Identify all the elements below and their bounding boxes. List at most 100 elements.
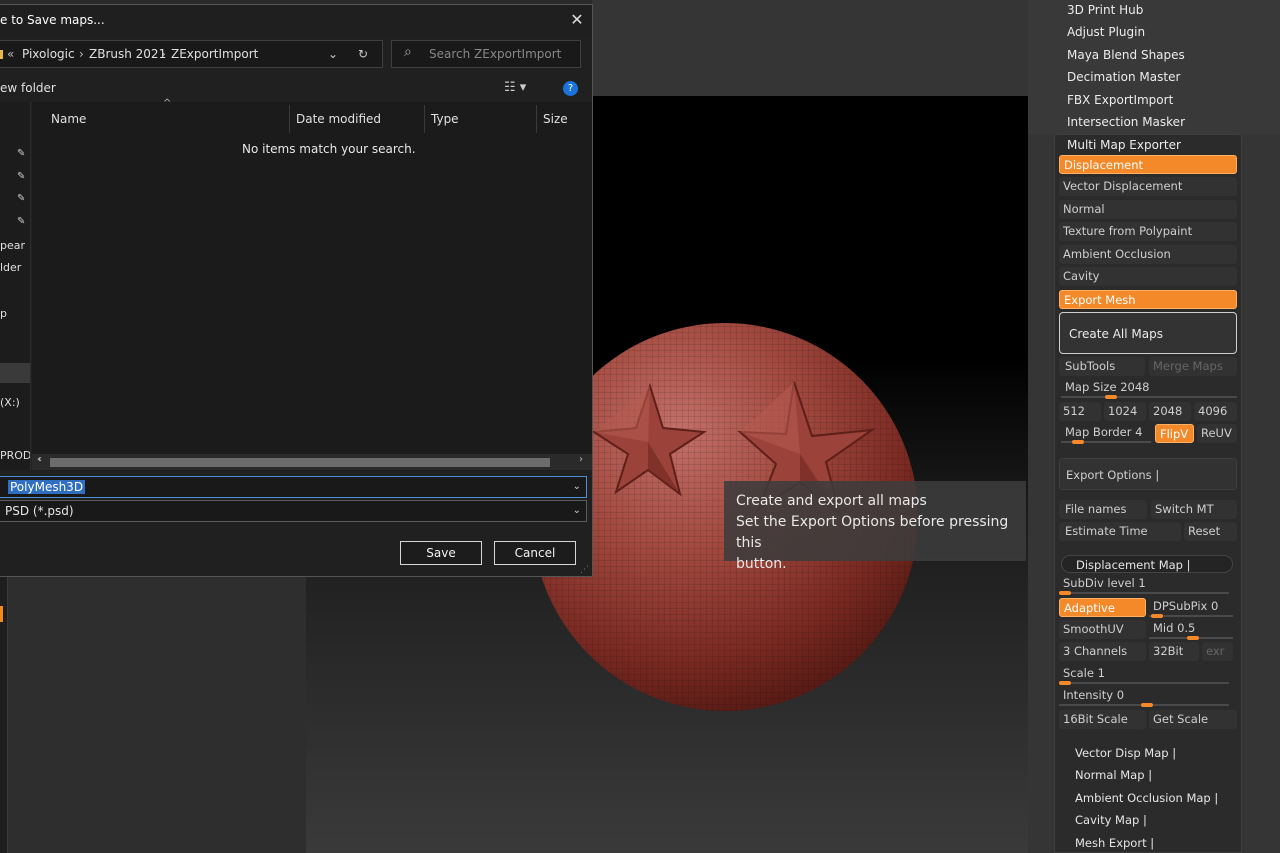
column-date-modified[interactable]: Date modified	[290, 105, 425, 133]
displacement-toggle[interactable]: Displacement	[1059, 155, 1237, 174]
overflow-chevron-icon[interactable]: «	[7, 41, 14, 67]
size-512-button[interactable]: 512	[1059, 402, 1101, 421]
displacement-map-label: Displacement Map	[1076, 558, 1183, 572]
left-panel-background	[0, 576, 306, 853]
adaptive-toggle[interactable]: Adaptive	[1059, 598, 1146, 617]
vector-disp-map-section[interactable]: Vector Disp Map |	[1075, 744, 1176, 762]
subtools-button[interactable]: SubTools	[1059, 357, 1145, 376]
nav-item[interactable]: pear	[0, 236, 30, 256]
dpsubpix-slider[interactable]: DPSubPix 0	[1149, 598, 1233, 618]
nav-item[interactable]: lder	[0, 258, 30, 278]
exr-toggle[interactable]: exr	[1202, 642, 1233, 661]
cavity-map-section[interactable]: Cavity Map |	[1075, 811, 1147, 829]
smoothuv-toggle[interactable]: SmoothUV	[1059, 620, 1146, 639]
plugin-fbx-exportimport[interactable]: FBX ExportImport	[1067, 90, 1173, 110]
help-icon[interactable]: ?	[563, 81, 578, 96]
cavity-toggle[interactable]: Cavity	[1059, 267, 1237, 286]
plugin-maya-blend-shapes[interactable]: Maya Blend Shapes	[1067, 45, 1185, 65]
column-type[interactable]: Type	[425, 105, 537, 133]
breadcrumb-pixologic[interactable]: Pixologic	[22, 41, 75, 67]
cavity-map-label: Cavity Map	[1075, 813, 1140, 827]
chevron-down-icon[interactable]: ⌄	[573, 501, 581, 521]
reset-button[interactable]: Reset	[1184, 522, 1237, 541]
breadcrumb-zexportimport[interactable]: ZExportImport	[171, 41, 258, 67]
nav-item[interactable]: p	[0, 304, 30, 324]
cancel-button[interactable]: Cancel	[494, 541, 576, 565]
plugin-adjust[interactable]: Adjust Plugin	[1067, 22, 1145, 42]
filename-value: PolyMesh3D	[8, 480, 86, 494]
ambient-occlusion-map-section[interactable]: Ambient Occlusion Map |	[1075, 789, 1218, 807]
create-all-maps-tooltip: Create and export all maps Set the Expor…	[724, 481, 1026, 572]
breadcrumb-zbrush[interactable]: ZBrush 2021	[89, 41, 166, 67]
resize-grip-icon[interactable]: ⋰	[580, 565, 589, 575]
16bit-scale-button[interactable]: 16Bit Scale	[1059, 710, 1146, 729]
export-options-label: Export Options	[1066, 468, 1152, 482]
intensity-slider[interactable]: Intensity 0	[1059, 687, 1229, 707]
displacement-map-section[interactable]: Displacement Map |	[1061, 555, 1233, 573]
scroll-left-icon[interactable]: ‹	[38, 454, 42, 465]
texture-from-polypaint-toggle[interactable]: Texture from Polypaint	[1059, 222, 1237, 241]
multi-map-exporter-header[interactable]: Multi Map Exporter	[1067, 135, 1181, 155]
plugin-intersection-masker[interactable]: Intersection Masker	[1067, 112, 1185, 132]
breadcrumb-separator-icon: ›	[161, 47, 166, 61]
pin-icon: ✎	[17, 193, 26, 204]
export-mesh-toggle[interactable]: Export Mesh	[1059, 290, 1237, 309]
new-folder-button[interactable]: ew folder	[0, 76, 56, 100]
navigation-pane[interactable]: ✎ ✎ ✎ ✎ pear lder p (X:) PRODU	[0, 102, 31, 470]
reuv-toggle[interactable]: ReUV	[1197, 424, 1237, 443]
column-size[interactable]: Size	[537, 105, 592, 133]
address-dropdown-icon[interactable]: ⌄	[328, 41, 338, 67]
export-options-section[interactable]: Export Options |	[1059, 458, 1237, 490]
scroll-right-icon[interactable]: ›	[579, 454, 583, 465]
subdiv-level-slider[interactable]: SubDiv level 1	[1059, 575, 1229, 595]
get-scale-button[interactable]: Get Scale	[1149, 710, 1237, 729]
vector-displacement-toggle[interactable]: Vector Displacement	[1059, 177, 1237, 196]
scrollbar-thumb[interactable]	[50, 458, 550, 467]
tooltip-line-1: Create and export all maps	[736, 493, 927, 509]
file-names-button[interactable]: File names	[1059, 500, 1147, 519]
mid-slider[interactable]: Mid 0.5	[1149, 620, 1233, 640]
3-channels-toggle[interactable]: 3 Channels	[1059, 642, 1146, 661]
create-all-maps-button[interactable]: Create All Maps	[1059, 312, 1237, 354]
nav-item-selected[interactable]	[0, 363, 30, 383]
map-border-label: Map Border	[1065, 425, 1132, 439]
dialog-title: e to Save maps...	[0, 5, 592, 35]
size-2048-button[interactable]: 2048	[1149, 402, 1191, 421]
column-name[interactable]: Name	[45, 105, 290, 133]
merge-maps-button[interactable]: Merge Maps	[1149, 357, 1237, 376]
scale-slider[interactable]: Scale 1	[1059, 665, 1229, 685]
save-button[interactable]: Save	[400, 541, 482, 565]
scale-label: Scale	[1063, 666, 1094, 680]
close-icon[interactable]: ✕	[568, 11, 586, 29]
search-input[interactable]: Search ZExportImport	[391, 40, 581, 68]
normal-map-label: Normal Map	[1075, 768, 1145, 782]
intensity-value: 0	[1116, 688, 1125, 702]
ambient-occlusion-toggle[interactable]: Ambient Occlusion	[1059, 245, 1237, 264]
map-size-slider[interactable]: Map Size 2048	[1061, 379, 1237, 399]
tooltip-line-3: button.	[736, 556, 787, 572]
filetype-select[interactable]: PSD (*.psd) ⌄	[0, 500, 587, 522]
pin-icon: ✎	[17, 216, 26, 227]
view-options-icon[interactable]: ☷ ▾	[504, 76, 526, 100]
filename-input[interactable]: PolyMesh3D ⌄	[0, 476, 587, 498]
normal-map-section[interactable]: Normal Map |	[1075, 766, 1152, 784]
mesh-export-section[interactable]: Mesh Export |	[1075, 834, 1154, 852]
map-border-slider[interactable]: Map Border 4	[1061, 424, 1151, 444]
32bit-toggle[interactable]: 32Bit	[1149, 642, 1199, 661]
flipv-toggle[interactable]: FlipV	[1155, 424, 1194, 443]
switch-mt-button[interactable]: Switch MT	[1151, 500, 1237, 519]
plugin-decimation-master[interactable]: Decimation Master	[1067, 67, 1180, 87]
plugin-3d-print-hub[interactable]: 3D Print Hub	[1067, 0, 1143, 20]
nav-item[interactable]: (X:)	[0, 393, 30, 413]
normal-toggle[interactable]: Normal	[1059, 200, 1237, 219]
nav-item[interactable]: PRODU	[0, 446, 30, 466]
file-list[interactable]: ^ Name Date modified Type Size No items …	[32, 98, 592, 454]
address-bar[interactable]: « Pixologic › ZBrush 2021 › ZExportImpor…	[0, 40, 383, 68]
estimate-time-button[interactable]: Estimate Time	[1059, 522, 1181, 541]
mesh-export-label: Mesh Export	[1075, 836, 1147, 850]
chevron-down-icon[interactable]: ⌄	[573, 477, 581, 497]
size-4096-button[interactable]: 4096	[1194, 402, 1237, 421]
size-1024-button[interactable]: 1024	[1104, 402, 1146, 421]
refresh-icon[interactable]: ↻	[358, 41, 368, 67]
horizontal-scrollbar[interactable]: ‹ ›	[32, 454, 592, 470]
